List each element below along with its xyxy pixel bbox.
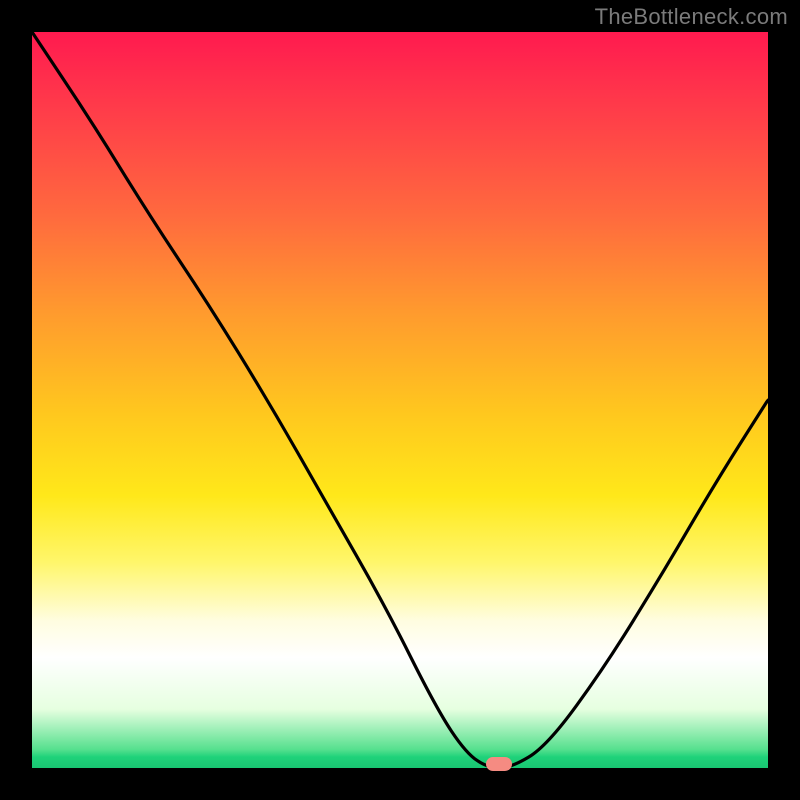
chart-frame: TheBottleneck.com: [0, 0, 800, 800]
curve-svg: [32, 32, 768, 768]
plot-area: [32, 32, 768, 768]
watermark-label: TheBottleneck.com: [595, 4, 788, 30]
optimum-marker: [486, 757, 512, 771]
bottleneck-curve: [32, 32, 768, 768]
